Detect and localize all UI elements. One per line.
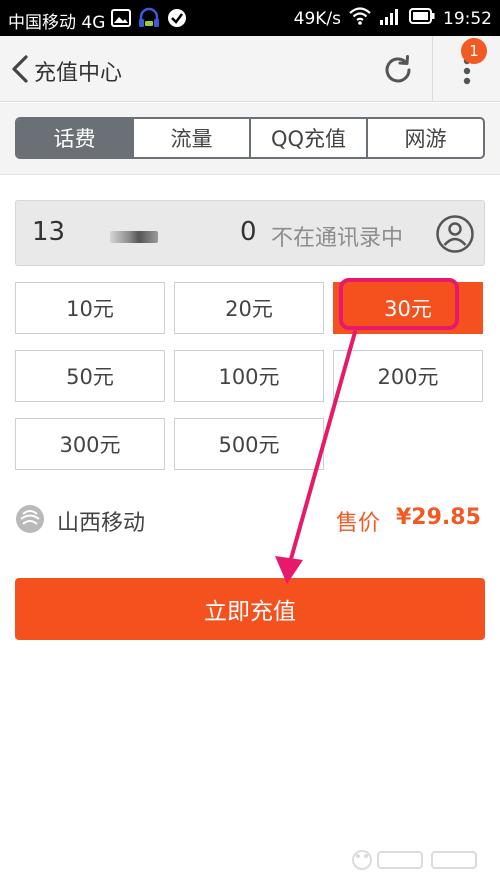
amount-option-10[interactable]: 10元 [15,282,165,334]
recharge-now-button[interactable]: 立即充值 [15,578,485,640]
tab-phone-credit[interactable]: 话费 [17,119,132,157]
amount-option-200[interactable]: 200元 [333,350,483,402]
contact-hint: 不在通讯录中 [271,226,404,251]
signal-icon [379,7,401,30]
wifi-icon [349,7,371,30]
amount-option-20[interactable]: 20元 [174,282,324,334]
tab-data[interactable]: 流量 [132,119,249,157]
tab-qq-recharge[interactable]: QQ充值 [249,119,366,157]
image-notification-icon [111,9,132,32]
operator-name: 山西移动 [57,511,146,536]
battery-icon [409,8,435,29]
status-bar: 中国移动 4G 49K/s 19:52 [0,0,500,36]
phone-number-mask [110,231,158,243]
clock: 19:52 [443,8,492,29]
back-icon[interactable] [6,52,36,86]
baidu-watermark-logo [352,850,477,870]
annotation-highlight-ring [339,278,459,330]
price-value: ¥29.85 [396,505,481,530]
operator-icon [15,504,45,534]
refresh-icon[interactable] [380,52,416,88]
contact-icon[interactable] [435,214,475,254]
page-title: 充值中心 [34,61,123,86]
amount-option-100[interactable]: 100元 [174,350,324,402]
carrier-label: 中国移动 4G [8,13,106,33]
tab-online-games[interactable]: 网游 [366,119,483,157]
network-speed: 49K/s [293,8,341,29]
notification-badge: 1 [461,38,487,64]
tab-bar: 话费 流量 QQ充值 网游 [15,117,485,159]
amount-option-500[interactable]: 500元 [174,418,324,470]
amount-option-300[interactable]: 300元 [15,418,165,470]
phone-number-suffix: 0 [240,217,257,247]
phone-number-input[interactable]: 13 0 不在通讯录中 [15,200,485,266]
tabs-area: 话费 流量 QQ充值 网游 [0,103,500,175]
header-divider [432,36,433,102]
phone-number-prefix: 13 [32,217,66,247]
price-label: 售价 [336,511,381,536]
amount-option-50[interactable]: 50元 [15,350,165,402]
headset-notification-icon [137,7,161,34]
check-notification-icon [167,8,187,33]
app-header: 充值中心 1 [0,36,500,102]
